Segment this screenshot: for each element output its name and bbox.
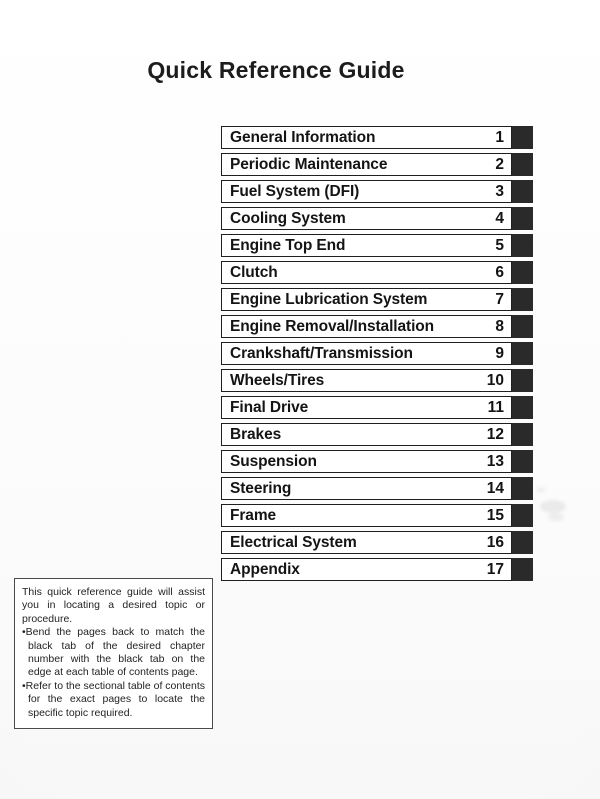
chapter-thumb-index-tab[interactable] — [512, 558, 533, 581]
scan-smudge — [548, 513, 564, 521]
chapter-thumb-index-tab[interactable] — [512, 153, 533, 176]
chapter-row[interactable]: Engine Removal/Installation 8 — [221, 315, 533, 338]
page-title: Quick Reference Guide — [147, 57, 405, 83]
chapter-thumb-index-tab[interactable] — [512, 207, 533, 230]
chapter-box[interactable]: Cooling System 4 — [221, 207, 512, 230]
chapter-row[interactable]: Periodic Maintenance 2 — [221, 153, 533, 176]
chapter-label: Fuel System (DFI) — [230, 182, 360, 200]
chapter-label: Electrical System — [230, 533, 357, 551]
chapter-row[interactable]: Final Drive 11 — [221, 396, 533, 419]
chapter-label: Cooling System — [230, 209, 346, 227]
chapter-row[interactable]: Engine Lubrication System 7 — [221, 288, 533, 311]
chapter-row[interactable]: Electrical System 16 — [221, 531, 533, 554]
chapter-row[interactable]: Cooling System 4 — [221, 207, 533, 230]
chapter-box[interactable]: Engine Top End 5 — [221, 234, 512, 257]
chapter-box[interactable]: Clutch 6 — [221, 261, 512, 284]
chapter-box[interactable]: Engine Removal/Installation 8 — [221, 315, 512, 338]
chapter-thumb-index-tab[interactable] — [512, 180, 533, 203]
chapter-thumb-index-tab[interactable] — [512, 369, 533, 392]
chapter-number: 4 — [495, 209, 504, 227]
chapter-label: Clutch — [230, 263, 278, 281]
chapter-thumb-index-tab[interactable] — [512, 234, 533, 257]
chapter-label: Wheels/Tires — [230, 371, 325, 389]
chapter-number: 16 — [486, 533, 504, 551]
chapter-number: 15 — [486, 506, 504, 524]
chapter-number: 13 — [486, 452, 504, 470]
chapter-number: 9 — [495, 344, 504, 362]
chapter-label: General Information — [230, 128, 376, 146]
chapter-box[interactable]: Engine Lubrication System 7 — [221, 288, 512, 311]
chapter-number: 6 — [495, 263, 504, 281]
chapter-row[interactable]: Fuel System (DFI) 3 — [221, 180, 533, 203]
chapter-row[interactable]: General Information 1 — [221, 126, 533, 149]
chapter-box[interactable]: General Information 1 — [221, 126, 512, 149]
chapter-box[interactable]: Steering 14 — [221, 477, 512, 500]
chapter-box[interactable]: Periodic Maintenance 2 — [221, 153, 512, 176]
chapter-list: General Information 1 Periodic Maintenance… — [221, 126, 533, 585]
chapter-label: Suspension — [230, 452, 317, 470]
chapter-number: 1 — [495, 128, 504, 146]
chapter-thumb-index-tab[interactable] — [512, 288, 533, 311]
chapter-label: Steering — [230, 479, 292, 497]
footnote-bullet-1: •Bend the pages back to match the black … — [22, 626, 205, 679]
chapter-label: Periodic Maintenance — [230, 155, 388, 173]
scan-smudge — [536, 487, 546, 493]
chapter-number: 5 — [495, 236, 504, 254]
chapter-thumb-index-tab[interactable] — [512, 396, 533, 419]
chapter-number: 3 — [495, 182, 504, 200]
chapter-number: 2 — [495, 155, 504, 173]
chapter-number: 12 — [486, 425, 504, 443]
chapter-thumb-index-tab[interactable] — [512, 261, 533, 284]
chapter-row[interactable]: Steering 14 — [221, 477, 533, 500]
chapter-box[interactable]: Wheels/Tires 10 — [221, 369, 512, 392]
chapter-row[interactable]: Suspension 13 — [221, 450, 533, 473]
chapter-thumb-index-tab[interactable] — [512, 315, 533, 338]
chapter-number: 10 — [486, 371, 504, 389]
chapter-thumb-index-tab[interactable] — [512, 531, 533, 554]
chapter-thumb-index-tab[interactable] — [512, 450, 533, 473]
chapter-box[interactable]: Suspension 13 — [221, 450, 512, 473]
chapter-thumb-index-tab[interactable] — [512, 504, 533, 527]
chapter-box[interactable]: Fuel System (DFI) 3 — [221, 180, 512, 203]
chapter-row[interactable]: Crankshaft/Transmission 9 — [221, 342, 533, 365]
chapter-thumb-index-tab[interactable] — [512, 477, 533, 500]
chapter-box[interactable]: Brakes 12 — [221, 423, 512, 446]
footnote-bullet-2: •Refer to the sectional table of content… — [22, 679, 205, 719]
chapter-thumb-index-tab[interactable] — [512, 423, 533, 446]
chapter-label: Engine Top End — [230, 236, 346, 254]
chapter-number: 7 — [495, 290, 504, 308]
chapter-number: 8 — [495, 317, 504, 335]
chapter-label: Frame — [230, 506, 277, 524]
chapter-box[interactable]: Frame 15 — [221, 504, 512, 527]
chapter-label: Crankshaft/Transmission — [230, 344, 413, 362]
chapter-row[interactable]: Brakes 12 — [221, 423, 533, 446]
chapter-label: Brakes — [230, 425, 282, 443]
chapter-number: 11 — [487, 398, 504, 416]
chapter-row[interactable]: Engine Top End 5 — [221, 234, 533, 257]
footnote-box: This quick reference guide will assist y… — [14, 578, 213, 730]
chapter-thumb-index-tab[interactable] — [512, 342, 533, 365]
chapter-label: Appendix — [230, 560, 300, 578]
chapter-box[interactable]: Electrical System 16 — [221, 531, 512, 554]
scan-smudge — [540, 500, 566, 513]
chapter-thumb-index-tab[interactable] — [512, 126, 533, 149]
chapter-row[interactable]: Appendix 17 — [221, 558, 533, 581]
chapter-box[interactable]: Crankshaft/Transmission 9 — [221, 342, 512, 365]
chapter-box[interactable]: Appendix 17 — [221, 558, 512, 581]
chapter-number: 14 — [486, 479, 504, 497]
chapter-row[interactable]: Clutch 6 — [221, 261, 533, 284]
chapter-row[interactable]: Frame 15 — [221, 504, 533, 527]
footnote-intro: This quick reference guide will assist y… — [22, 586, 205, 625]
chapter-label: Engine Removal/Installation — [230, 317, 435, 335]
chapter-row[interactable]: Wheels/Tires 10 — [221, 369, 533, 392]
chapter-box[interactable]: Final Drive 11 — [221, 396, 512, 419]
chapter-number: 17 — [486, 560, 504, 578]
chapter-label: Final Drive — [230, 398, 309, 416]
chapter-label: Engine Lubrication System — [230, 290, 428, 308]
